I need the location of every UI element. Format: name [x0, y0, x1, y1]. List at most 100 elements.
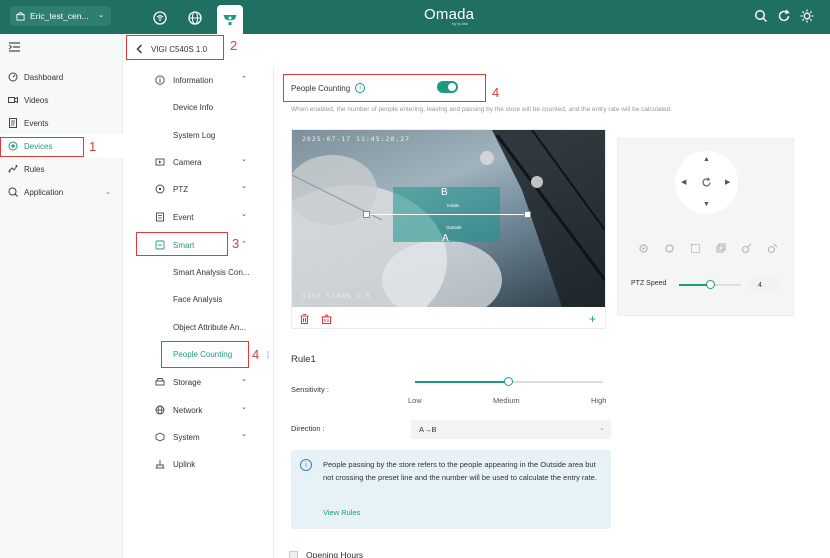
- search-icon[interactable]: [754, 9, 768, 23]
- chevron-down-icon: ⌄: [98, 12, 104, 19]
- arrow-up-icon[interactable]: ▲: [703, 156, 710, 163]
- chevron-up-icon: ⌃: [241, 76, 247, 83]
- menu-device-info[interactable]: Device Info: [173, 99, 213, 115]
- line-handle-left[interactable]: [363, 211, 370, 218]
- menu-storage[interactable]: Storage: [155, 374, 201, 390]
- chevron-down-icon: ⌄: [241, 431, 247, 438]
- camera-preview[interactable]: 2025-07-17 11:45:20.27 B Inside Outside …: [292, 130, 605, 307]
- camera-icon: [155, 158, 165, 166]
- counting-line[interactable]: [366, 214, 528, 215]
- event-icon: [156, 212, 164, 222]
- wireless-icon: [153, 11, 167, 25]
- chevron-down-icon: ⌄: [241, 404, 247, 411]
- video-model-overlay: VIGI C540S 1.0: [302, 292, 371, 300]
- surveillance-icon: [223, 14, 237, 25]
- annotation-box-4-menu: [161, 341, 249, 368]
- site-icon: [16, 11, 25, 21]
- refresh-icon[interactable]: [777, 9, 791, 23]
- menu-object-attribute[interactable]: Object Attribute An...: [173, 319, 246, 335]
- sidebar-item-videos[interactable]: Videos: [8, 92, 48, 108]
- clear-all-icon[interactable]: [321, 313, 332, 324]
- direction-select[interactable]: A→B ⌄: [411, 420, 611, 439]
- zoom-in-icon[interactable]: [638, 243, 649, 254]
- menu-system-log[interactable]: System Log: [173, 127, 215, 143]
- sensitivity-medium: Medium: [493, 396, 520, 405]
- video-icon: [8, 96, 18, 104]
- annotation-number-4-menu: 4: [252, 347, 260, 362]
- ptz-direction-pad[interactable]: ▲ ▼ ◀ ▶: [675, 151, 738, 214]
- menu-label: Uplink: [173, 459, 196, 469]
- opening-hours-row[interactable]: Opening Hours: [289, 550, 363, 558]
- sidebar: Dashboard Videos Events Devices Rules Ap…: [0, 34, 123, 558]
- sidebar-item-events[interactable]: Events: [8, 115, 48, 131]
- iris-close-icon[interactable]: [767, 243, 778, 254]
- arrow-down-icon[interactable]: ▼: [703, 201, 710, 208]
- sidebar-item-label: Events: [24, 118, 49, 128]
- menu-uplink[interactable]: Uplink: [155, 456, 195, 472]
- chevron-down-icon: ⌄: [105, 189, 111, 196]
- brand-sub: by tp-link: [452, 21, 469, 26]
- ptz-icon: [155, 184, 165, 194]
- sensitivity-high: High: [591, 396, 607, 405]
- annotation-number-4-toggle: 4: [492, 85, 500, 100]
- menu-network[interactable]: Network: [155, 402, 202, 418]
- annotation-number-2: 2: [230, 38, 238, 53]
- collapse-menu-icon[interactable]: [9, 42, 21, 52]
- view-rules-link[interactable]: View Rules: [323, 508, 360, 517]
- ptz-speed-knob[interactable]: [706, 280, 715, 289]
- direction-label: Direction :: [291, 424, 325, 433]
- network-icon: [155, 405, 165, 415]
- menu-system[interactable]: System: [155, 429, 200, 445]
- menu-label: PTZ: [173, 184, 189, 194]
- menu-smart-analysis[interactable]: Smart Analysis Con...: [173, 264, 249, 280]
- arrow-right-icon[interactable]: ▶: [725, 178, 730, 186]
- line-handle-right[interactable]: [524, 211, 531, 218]
- arrow-left-icon[interactable]: ◀: [681, 178, 686, 186]
- menu-label: Smart Analysis Con...: [173, 267, 250, 277]
- menu-label: System Log: [173, 130, 216, 140]
- tab-surveillance[interactable]: [217, 5, 243, 34]
- annotation-box-1: [0, 137, 84, 157]
- menu-ptz[interactable]: PTZ: [155, 181, 188, 197]
- menu-label: Camera: [173, 157, 202, 167]
- menu-camera[interactable]: Camera: [155, 154, 201, 170]
- notice-text: People passing by the store refers to th…: [323, 460, 597, 482]
- add-rule-icon[interactable]: +: [587, 312, 598, 326]
- zone-b-label: B: [441, 187, 448, 198]
- tab-wireless[interactable]: [147, 6, 173, 30]
- video-toolbar: +: [292, 307, 605, 329]
- sensitivity-label: Sensitivity :: [291, 385, 329, 394]
- zoom-out-icon[interactable]: [664, 243, 675, 254]
- opening-hours-label: Opening Hours: [306, 550, 364, 558]
- menu-label: System: [173, 432, 200, 442]
- inside-label: Inside: [447, 203, 460, 208]
- sensitivity-knob[interactable]: [504, 377, 513, 386]
- iris-open-icon[interactable]: [741, 243, 752, 254]
- annotation-number-1: 1: [89, 139, 97, 154]
- opening-hours-checkbox[interactable]: [289, 550, 298, 558]
- menu-event[interactable]: Event: [155, 209, 193, 225]
- tab-globe[interactable]: [182, 6, 208, 30]
- chevron-down-icon: ⌄: [241, 211, 247, 218]
- focus-far-icon[interactable]: [715, 243, 726, 254]
- ptz-control-panel: ▲ ▼ ◀ ▶ PTZ Speed 4: [617, 138, 794, 316]
- ptz-speed-value[interactable]: 4: [749, 278, 781, 292]
- sidebar-item-application[interactable]: Application ⌄: [8, 184, 120, 200]
- storage-icon: [155, 378, 165, 386]
- menu-face-analysis[interactable]: Face Analysis: [173, 291, 222, 307]
- menu-scrollbar[interactable]: [267, 351, 269, 359]
- menu-label: Face Analysis: [173, 294, 223, 304]
- delete-icon[interactable]: [299, 313, 310, 324]
- sidebar-item-dashboard[interactable]: Dashboard: [8, 69, 63, 85]
- chevron-down-icon: ⌄: [241, 376, 247, 383]
- application-icon: [8, 187, 18, 197]
- ptz-reset-icon[interactable]: [701, 177, 712, 188]
- theme-icon[interactable]: [800, 9, 814, 23]
- focus-near-icon[interactable]: [690, 243, 701, 254]
- site-selector[interactable]: Eric_test_cen... ⌄: [10, 6, 111, 26]
- info-notice: i People passing by the store refers to …: [291, 450, 611, 529]
- annotation-box-2: [126, 35, 224, 60]
- menu-information[interactable]: Information: [155, 72, 213, 88]
- sidebar-item-rules[interactable]: Rules: [8, 161, 44, 177]
- device-settings-menu: Information ⌃ Device Info System Log Cam…: [137, 66, 274, 558]
